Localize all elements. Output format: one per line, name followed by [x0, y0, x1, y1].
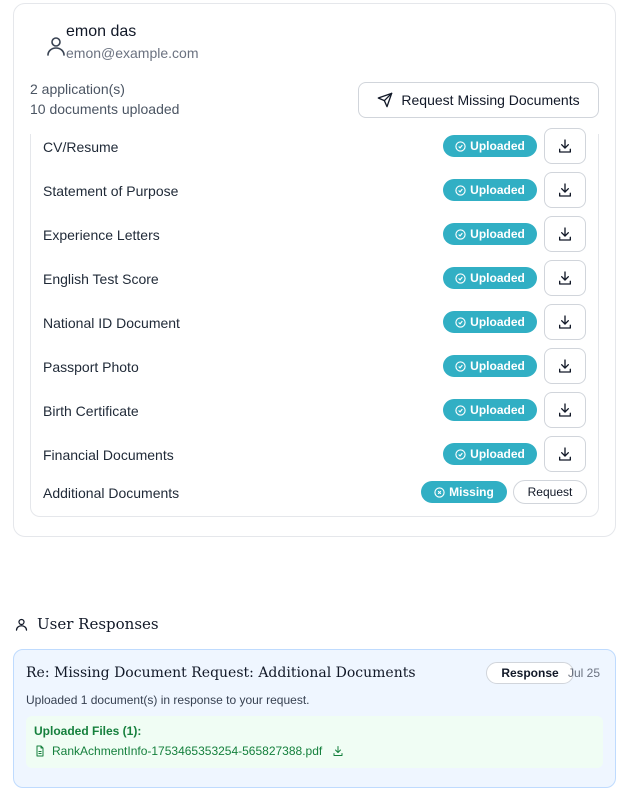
check-circle-icon [455, 448, 466, 460]
download-button[interactable] [544, 172, 586, 208]
response-card: Re: Missing Document Request: Additional… [13, 649, 616, 788]
document-name: Experience Letters [43, 227, 160, 243]
document-name: Passport Photo [43, 359, 139, 375]
document-row: Passport Photo Uploaded [31, 348, 600, 398]
document-row: Additional Documents Missing Request [31, 480, 600, 524]
download-button[interactable] [544, 260, 586, 296]
check-circle-icon [455, 404, 466, 416]
uploaded-badge: Uploaded [443, 223, 537, 245]
user-email: emon@example.com [66, 45, 199, 61]
download-icon [559, 315, 571, 329]
download-button[interactable] [544, 392, 586, 428]
check-circle-icon [455, 228, 466, 240]
download-icon [559, 403, 571, 417]
uploaded-badge: Uploaded [443, 267, 537, 289]
file-link[interactable]: RankAchmentInfo-1753465353254-565827388.… [52, 744, 322, 758]
uploaded-badge: Uploaded [443, 355, 537, 377]
check-circle-icon [455, 184, 466, 196]
uploaded-badge: Uploaded [443, 443, 537, 465]
download-icon [559, 271, 571, 285]
response-date: Jul 25 [568, 666, 601, 680]
uploaded-badge-label: Uploaded [470, 183, 525, 197]
download-icon [559, 227, 571, 241]
documents-list: CV/Resume Uploaded Statement of Purpose … [30, 128, 600, 517]
download-button[interactable] [544, 304, 586, 340]
uploaded-badge-label: Uploaded [470, 447, 525, 461]
document-row: National ID Document Uploaded [31, 304, 600, 354]
uploaded-badge-label: Uploaded [470, 227, 525, 241]
documents-count: 10 documents uploaded [30, 101, 180, 117]
document-name: English Test Score [43, 271, 159, 287]
uploaded-badge: Uploaded [443, 179, 537, 201]
user-responses-title: User Responses [37, 615, 159, 633]
check-circle-icon [455, 272, 466, 284]
uploaded-badge-label: Uploaded [470, 315, 525, 329]
check-circle-icon [455, 140, 466, 152]
file-item: RankAchmentInfo-1753465353254-565827388.… [34, 744, 344, 758]
download-button[interactable] [544, 436, 586, 472]
uploaded-badge-label: Uploaded [470, 359, 525, 373]
file-icon [36, 745, 44, 757]
document-name: National ID Document [43, 315, 180, 331]
applications-count: 2 application(s) [30, 81, 125, 97]
response-message: Uploaded 1 document(s) in response to yo… [26, 693, 310, 707]
document-row: English Test Score Uploaded [31, 260, 600, 310]
download-button[interactable] [544, 128, 586, 164]
document-name: Birth Certificate [43, 403, 139, 419]
user-icon [15, 618, 28, 631]
download-icon [559, 447, 571, 461]
download-icon [559, 183, 571, 197]
document-row: Birth Certificate Uploaded [31, 392, 600, 442]
uploaded-badge-label: Uploaded [470, 403, 525, 417]
download-button[interactable] [544, 348, 586, 384]
check-circle-icon [455, 360, 466, 372]
x-circle-icon [434, 486, 445, 498]
document-row: CV/Resume Uploaded [31, 128, 600, 178]
user-icon [47, 37, 65, 56]
uploaded-files-title: Uploaded Files (1): [34, 724, 142, 738]
download-icon [559, 139, 571, 153]
user-name: emon das [66, 23, 137, 40]
document-name: Additional Documents [43, 485, 180, 501]
send-icon [378, 92, 393, 108]
response-title: Re: Missing Document Request: Additional… [26, 665, 416, 681]
uploaded-badge-label: Uploaded [470, 139, 525, 153]
document-row: Experience Letters Uploaded [31, 216, 600, 266]
uploaded-badge: Uploaded [443, 135, 537, 157]
uploaded-files-box: Uploaded Files (1): RankAchmentInfo-1753… [26, 716, 603, 768]
response-badge: Response [486, 662, 574, 684]
uploaded-badge: Uploaded [443, 399, 537, 421]
document-name: Statement of Purpose [43, 183, 179, 199]
uploaded-badge: Uploaded [443, 311, 537, 333]
user-responses-heading: User Responses [14, 615, 159, 633]
document-name: Financial Documents [43, 447, 174, 463]
document-row: Statement of Purpose Uploaded [31, 172, 600, 222]
request-missing-documents-button[interactable]: Request Missing Documents [358, 82, 599, 118]
request-document-button[interactable]: Request [513, 480, 587, 504]
download-icon[interactable] [332, 745, 344, 757]
download-button[interactable] [544, 216, 586, 252]
document-name: CV/Resume [43, 139, 119, 155]
missing-badge: Missing [421, 481, 507, 503]
missing-badge-label: Missing [449, 485, 494, 499]
uploaded-badge-label: Uploaded [470, 271, 525, 285]
request-missing-documents-label: Request Missing Documents [401, 92, 580, 108]
download-icon [559, 359, 571, 373]
check-circle-icon [455, 316, 466, 328]
